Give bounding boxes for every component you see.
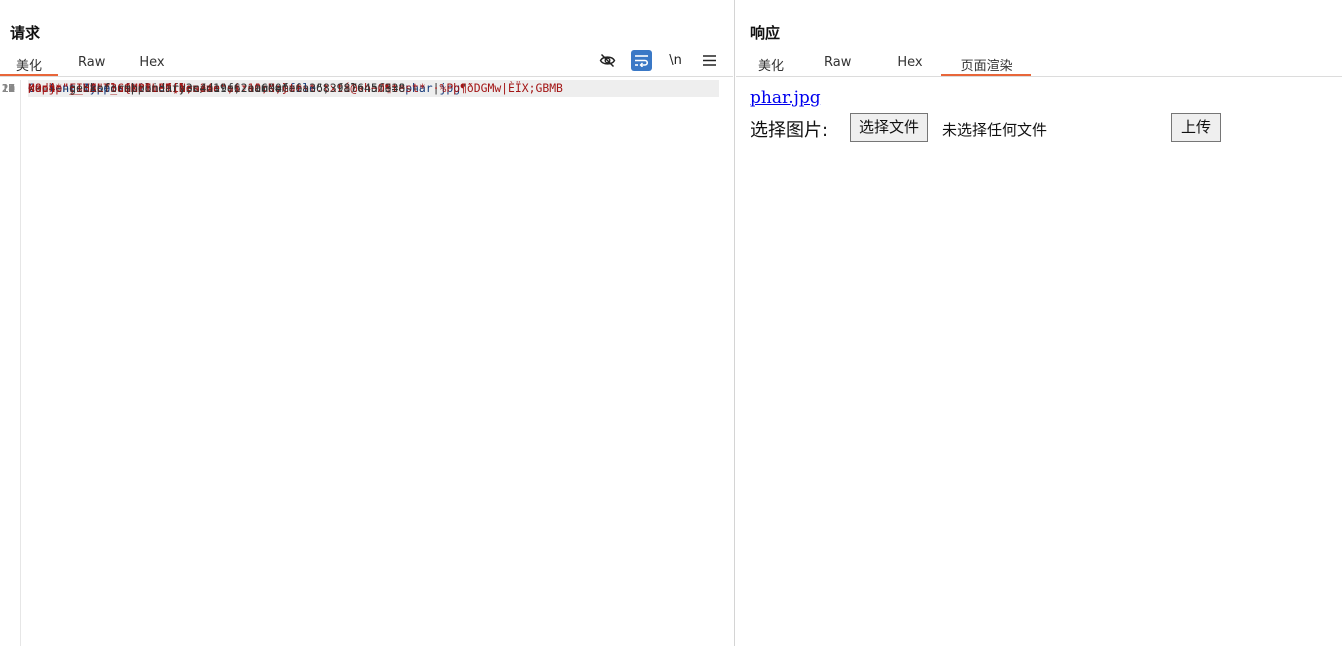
request-tabs: 美化 Raw Hex [0, 50, 181, 77]
upload-button[interactable]: 上传 [1171, 113, 1221, 142]
line-number-gutter [0, 80, 21, 646]
hamburger-menu-icon[interactable] [699, 50, 720, 71]
word-wrap-icon[interactable] [631, 50, 652, 71]
tabs-divider [736, 76, 1342, 77]
rendered-page: phar.jpg 选择图片: 选择文件 未选择任何文件 上传 [750, 88, 821, 108]
tab-pretty[interactable]: 美化 [738, 50, 804, 77]
request-title: 请求 [10, 22, 40, 43]
upload-label: 选择图片: [750, 116, 828, 142]
phar-link[interactable]: phar.jpg [750, 88, 821, 108]
tab-raw[interactable]: Raw [804, 50, 871, 77]
eye-off-icon[interactable] [597, 50, 618, 71]
choose-file-button[interactable]: 选择文件 [850, 113, 928, 142]
newline-toggle[interactable]: \n [665, 50, 686, 71]
file-status-text: 未选择任何文件 [942, 119, 1047, 140]
response-tabs: 美化 Raw Hex 页面渲染 [738, 50, 1031, 77]
response-title: 响应 [750, 22, 780, 43]
line-code [28, 80, 719, 97]
tab-render[interactable]: 页面渲染 [941, 50, 1031, 77]
request-toolbar: \n [597, 50, 720, 71]
request-editor[interactable]: 1POST /index.php HTTP/1.12Host: 2c148c7f… [0, 80, 733, 646]
upload-form: 选择图片: 选择文件 未选择任何文件 上传 [750, 112, 1230, 146]
response-pane: 响应 美化 Raw Hex 页面渲染 phar.jpg 选择图片: 选择文件 未… [736, 0, 1342, 646]
tab-hex[interactable]: Hex [129, 50, 180, 77]
line-number: 23 [0, 80, 15, 97]
tabs-divider [0, 76, 733, 77]
tab-raw[interactable]: Raw [58, 50, 129, 77]
request-pane: 请求 美化 Raw Hex \n 1 2 3 4 5 6 7 8 9 10 11… [0, 0, 735, 646]
tab-hex[interactable]: Hex [871, 50, 940, 77]
tab-pretty[interactable]: 美化 [0, 50, 58, 77]
